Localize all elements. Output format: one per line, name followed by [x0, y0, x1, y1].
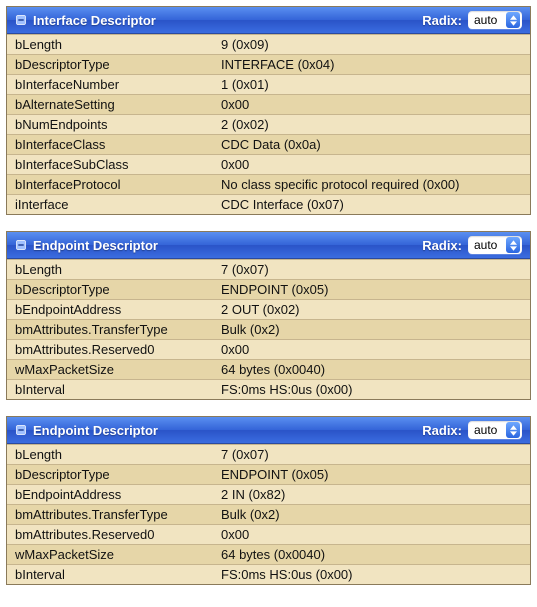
- panel-title: Interface Descriptor: [33, 13, 156, 28]
- disclosure-toggle-icon[interactable]: [15, 424, 27, 436]
- property-key: bEndpointAddress: [7, 485, 213, 505]
- property-key: bDescriptorType: [7, 465, 213, 485]
- property-key: bInterval: [7, 380, 213, 400]
- panel-header: Endpoint Descriptor Radix: auto: [7, 417, 530, 444]
- table-row[interactable]: iInterfaceCDC Interface (0x07): [7, 195, 530, 215]
- table-row[interactable]: bInterfaceNumber1 (0x01): [7, 75, 530, 95]
- property-key: bInterfaceProtocol: [7, 175, 213, 195]
- property-value: 0x00: [213, 95, 530, 115]
- radix-select[interactable]: auto: [468, 421, 522, 439]
- table-row[interactable]: bmAttributes.Reserved00x00: [7, 340, 530, 360]
- table-row[interactable]: bEndpointAddress2 IN (0x82): [7, 485, 530, 505]
- radix-select-value: auto: [474, 13, 506, 27]
- property-key: bInterval: [7, 565, 213, 585]
- table-row[interactable]: bAlternateSetting0x00: [7, 95, 530, 115]
- property-key: bmAttributes.Reserved0: [7, 525, 213, 545]
- property-value: 0x00: [213, 525, 530, 545]
- table-row[interactable]: bInterfaceClassCDC Data (0x0a): [7, 135, 530, 155]
- radix-label: Radix:: [422, 423, 462, 438]
- property-value: FS:0ms HS:0us (0x00): [213, 565, 530, 585]
- radix-select-value: auto: [474, 238, 506, 252]
- property-value: 64 bytes (0x0040): [213, 360, 530, 380]
- property-value: 2 OUT (0x02): [213, 300, 530, 320]
- property-value: CDC Data (0x0a): [213, 135, 530, 155]
- table-row[interactable]: wMaxPacketSize64 bytes (0x0040): [7, 360, 530, 380]
- panel-title: Endpoint Descriptor: [33, 238, 158, 253]
- property-key: bDescriptorType: [7, 280, 213, 300]
- property-key: bLength: [7, 35, 213, 55]
- property-key: bLength: [7, 445, 213, 465]
- panel-header: Endpoint Descriptor Radix: auto: [7, 232, 530, 259]
- property-value: 7 (0x07): [213, 260, 530, 280]
- properties-table: bLength9 (0x09)bDescriptorTypeINTERFACE …: [7, 34, 530, 214]
- table-row[interactable]: bLength7 (0x07): [7, 260, 530, 280]
- table-row[interactable]: bmAttributes.Reserved00x00: [7, 525, 530, 545]
- property-value: INTERFACE (0x04): [213, 55, 530, 75]
- property-value: 2 IN (0x82): [213, 485, 530, 505]
- table-row[interactable]: bmAttributes.TransferTypeBulk (0x2): [7, 505, 530, 525]
- updown-arrows-icon: [506, 422, 520, 438]
- table-row[interactable]: bDescriptorTypeINTERFACE (0x04): [7, 55, 530, 75]
- property-key: bEndpointAddress: [7, 300, 213, 320]
- property-value: 9 (0x09): [213, 35, 530, 55]
- radix-select[interactable]: auto: [468, 236, 522, 254]
- property-value: ENDPOINT (0x05): [213, 465, 530, 485]
- table-row[interactable]: wMaxPacketSize64 bytes (0x0040): [7, 545, 530, 565]
- table-row[interactable]: bNumEndpoints2 (0x02): [7, 115, 530, 135]
- table-row[interactable]: bIntervalFS:0ms HS:0us (0x00): [7, 565, 530, 585]
- disclosure-toggle-icon[interactable]: [15, 239, 27, 251]
- property-value: 2 (0x02): [213, 115, 530, 135]
- property-value: FS:0ms HS:0us (0x00): [213, 380, 530, 400]
- radix-select-value: auto: [474, 423, 506, 437]
- properties-table: bLength7 (0x07)bDescriptorTypeENDPOINT (…: [7, 259, 530, 399]
- descriptor-panels: Interface DescriptorRadix:autobLength9 (…: [6, 6, 531, 585]
- table-row[interactable]: bInterfaceSubClass0x00: [7, 155, 530, 175]
- table-row[interactable]: bmAttributes.TransferTypeBulk (0x2): [7, 320, 530, 340]
- property-value: 0x00: [213, 340, 530, 360]
- property-key: bDescriptorType: [7, 55, 213, 75]
- property-value: 64 bytes (0x0040): [213, 545, 530, 565]
- property-value: ENDPOINT (0x05): [213, 280, 530, 300]
- property-value: 0x00: [213, 155, 530, 175]
- property-value: CDC Interface (0x07): [213, 195, 530, 215]
- property-value: 7 (0x07): [213, 445, 530, 465]
- property-value: 1 (0x01): [213, 75, 530, 95]
- table-row[interactable]: bLength7 (0x07): [7, 445, 530, 465]
- property-key: bNumEndpoints: [7, 115, 213, 135]
- panel-header: Interface Descriptor Radix: auto: [7, 7, 530, 34]
- table-row[interactable]: bIntervalFS:0ms HS:0us (0x00): [7, 380, 530, 400]
- property-key: bmAttributes.TransferType: [7, 505, 213, 525]
- property-key: bLength: [7, 260, 213, 280]
- table-row[interactable]: bEndpointAddress2 OUT (0x02): [7, 300, 530, 320]
- property-value: Bulk (0x2): [213, 505, 530, 525]
- radix-label: Radix:: [422, 13, 462, 28]
- property-value: No class specific protocol required (0x0…: [213, 175, 530, 195]
- property-key: bInterfaceNumber: [7, 75, 213, 95]
- descriptor-panel: Endpoint Descriptor Radix: auto bLength7 (0…: [6, 416, 531, 585]
- property-key: bmAttributes.Reserved0: [7, 340, 213, 360]
- table-row[interactable]: bDescriptorTypeENDPOINT (0x05): [7, 280, 530, 300]
- property-key: bInterfaceClass: [7, 135, 213, 155]
- table-row[interactable]: bDescriptorTypeENDPOINT (0x05): [7, 465, 530, 485]
- descriptor-panel: Interface Descriptor Radix: auto bLength9 (…: [6, 6, 531, 215]
- updown-arrows-icon: [506, 12, 520, 28]
- properties-table: bLength7 (0x07)bDescriptorTypeENDPOINT (…: [7, 444, 530, 584]
- property-key: bmAttributes.TransferType: [7, 320, 213, 340]
- disclosure-toggle-icon[interactable]: [15, 14, 27, 26]
- radix-label: Radix:: [422, 238, 462, 253]
- table-row[interactable]: bInterfaceProtocolNo class specific prot…: [7, 175, 530, 195]
- property-key: wMaxPacketSize: [7, 360, 213, 380]
- descriptor-panel: Endpoint Descriptor Radix: auto bLength7 (0…: [6, 231, 531, 400]
- property-value: Bulk (0x2): [213, 320, 530, 340]
- property-key: wMaxPacketSize: [7, 545, 213, 565]
- updown-arrows-icon: [506, 237, 520, 253]
- property-key: iInterface: [7, 195, 213, 215]
- table-row[interactable]: bLength9 (0x09): [7, 35, 530, 55]
- property-key: bInterfaceSubClass: [7, 155, 213, 175]
- radix-select[interactable]: auto: [468, 11, 522, 29]
- panel-title: Endpoint Descriptor: [33, 423, 158, 438]
- property-key: bAlternateSetting: [7, 95, 213, 115]
